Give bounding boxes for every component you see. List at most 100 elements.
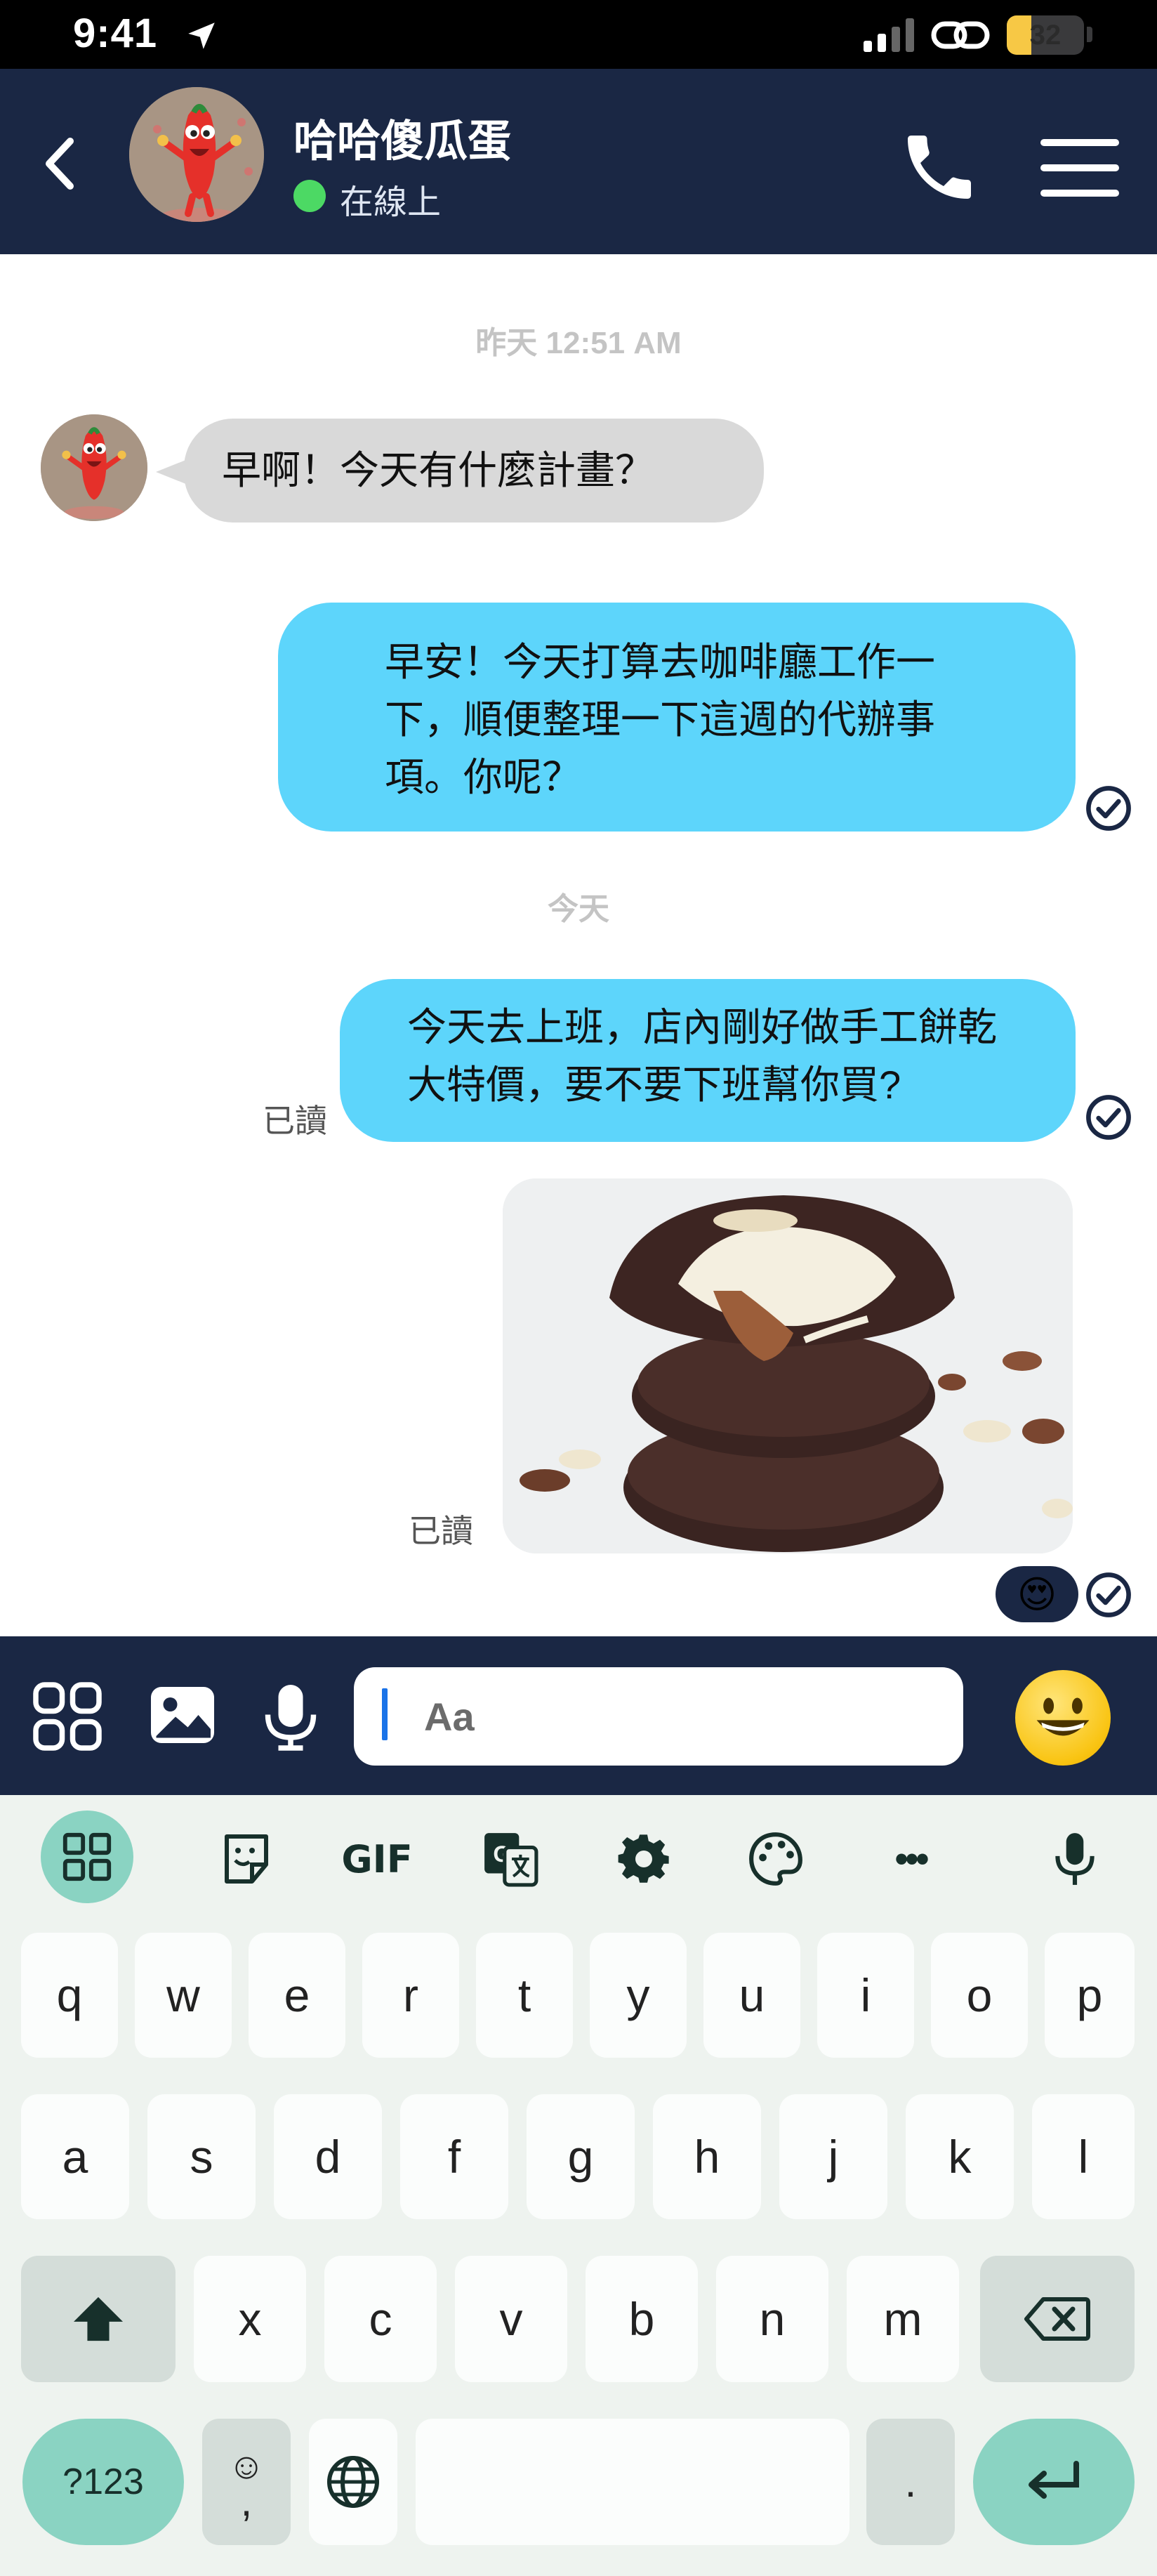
apps-grid-icon <box>62 1832 112 1881</box>
key-j[interactable]: j <box>779 2094 887 2219</box>
keyboard-toolbar: GIF G ••• <box>0 1795 1157 1921</box>
chili-mascot-image <box>41 414 147 521</box>
key-c[interactable]: c <box>324 2256 437 2382</box>
symbols-key[interactable]: ?123 <box>22 2419 184 2545</box>
battery-indicator: 32 <box>1007 15 1084 55</box>
contact-name: 哈哈傻瓜蛋 <box>293 117 512 166</box>
outgoing-message-bubble[interactable]: 早安！今天打算去咖啡廳工作一 下，順便整理一下這週的代辦事 項。你呢？ <box>278 603 1076 832</box>
globe-icon <box>327 2456 379 2508</box>
read-receipt-label: 已讀 <box>409 1513 473 1549</box>
language-key[interactable] <box>309 2419 397 2545</box>
incoming-message-bubble[interactable]: 早啊！今天有什麼計畫？ <box>184 419 764 523</box>
sent-check-icon <box>1086 786 1131 831</box>
key-v[interactable]: v <box>455 2256 567 2382</box>
key-l[interactable]: l <box>1032 2094 1135 2219</box>
message-line: 下，順便整理一下這週的代辦事 <box>385 697 935 742</box>
keyboard-settings-button[interactable] <box>605 1820 682 1898</box>
chili-mascot-image <box>129 87 264 222</box>
location-arrow-icon <box>188 22 215 49</box>
key-y[interactable]: y <box>590 1933 687 2058</box>
backspace-icon <box>1024 2297 1090 2341</box>
translate-button[interactable]: G <box>472 1820 549 1898</box>
sticker-button[interactable] <box>208 1820 285 1898</box>
signal-icon <box>864 18 914 52</box>
key-g[interactable]: g <box>527 2094 635 2219</box>
chevron-left-icon <box>46 138 74 190</box>
status-bar: 9:41 32 <box>0 0 1157 69</box>
message-line: 早安！今天打算去咖啡廳工作一 <box>385 640 935 684</box>
date-separator-today: 今天 <box>548 892 609 926</box>
more-button[interactable]: ••• <box>872 1820 949 1898</box>
key-q[interactable]: q <box>21 1933 118 2058</box>
date-separator-yesterday: 昨天 12:51 AM <box>475 326 682 360</box>
grinning-face-icon <box>1036 1697 1090 1736</box>
incoming-message-avatar[interactable] <box>41 414 147 521</box>
backspace-key[interactable] <box>980 2256 1135 2382</box>
phone-call-button[interactable] <box>897 125 981 209</box>
message-input[interactable] <box>354 1667 963 1766</box>
microphone-button[interactable] <box>256 1681 326 1752</box>
emoji-comma-key[interactable]: ☺ , <box>202 2419 291 2545</box>
message-text: 早啊！今天有什麼計畫？ <box>222 448 654 492</box>
online-status-dot <box>293 180 326 212</box>
message-line: 項。你呢？ <box>385 755 581 799</box>
key-u[interactable]: u <box>703 1933 800 2058</box>
space-key[interactable] <box>416 2419 849 2545</box>
period-key[interactable]: . <box>866 2419 955 2545</box>
cookie-image <box>503 1178 1073 1553</box>
shift-key[interactable] <box>21 2256 176 2382</box>
mic-icon <box>1055 1833 1095 1885</box>
voice-input-button[interactable] <box>1036 1820 1113 1898</box>
keyboard-apps-button[interactable] <box>41 1811 133 1903</box>
key-h[interactable]: h <box>653 2094 761 2219</box>
enter-arrow-icon <box>1029 2461 1079 2499</box>
key-f[interactable]: f <box>400 2094 508 2219</box>
link-icon <box>931 21 990 49</box>
shift-arrow-icon <box>74 2296 123 2341</box>
key-d[interactable]: d <box>274 2094 382 2219</box>
key-p[interactable]: p <box>1045 1933 1135 2058</box>
online-status-text: 在線上 <box>340 184 442 221</box>
comma-label: , <box>240 2478 253 2525</box>
palette-icon <box>749 1832 802 1886</box>
apps-grid-button[interactable] <box>32 1681 103 1752</box>
sent-check-icon <box>1086 1095 1131 1140</box>
outgoing-message-bubble[interactable]: 今天去上班，店內剛好做手工餅乾 大特價，要不要下班幫你買? <box>340 979 1076 1142</box>
key-o[interactable]: o <box>931 1933 1028 2058</box>
menu-button[interactable] <box>1038 136 1122 199</box>
key-s[interactable]: s <box>147 2094 256 2219</box>
chat-thread[interactable]: 昨天 12:51 AM 早啊！今天有什麼計畫？ 早安！今天打算去咖啡廳工作一 下… <box>0 254 1157 1636</box>
theme-button[interactable] <box>737 1820 814 1898</box>
back-button[interactable] <box>31 125 87 202</box>
text-caret <box>382 1688 388 1740</box>
key-w[interactable]: w <box>135 1933 232 2058</box>
sent-check-icon <box>1086 1572 1131 1617</box>
key-k[interactable]: k <box>906 2094 1014 2219</box>
key-m[interactable]: m <box>847 2256 959 2382</box>
sticker-icon <box>225 1834 268 1884</box>
chat-header: 哈哈傻瓜蛋 在線上 <box>0 69 1157 254</box>
message-line: 今天去上班，店內剛好做手工餅乾 <box>407 1005 997 1049</box>
message-composer <box>0 1636 1157 1795</box>
emoji-button[interactable] <box>1015 1670 1111 1766</box>
key-r[interactable]: r <box>362 1933 459 2058</box>
contact-avatar[interactable] <box>126 84 267 225</box>
gif-button[interactable]: GIF <box>338 1820 416 1898</box>
message-line: 大特價，要不要下班幫你買? <box>407 1063 901 1107</box>
key-i[interactable]: i <box>817 1933 914 2058</box>
key-x[interactable]: x <box>194 2256 306 2382</box>
on-screen-keyboard: GIF G ••• q w e r t y u i o p a s d f g … <box>0 1795 1157 2576</box>
chocolate-cookies-photo[interactable] <box>503 1178 1073 1553</box>
image-picker-button[interactable] <box>147 1680 218 1750</box>
key-a[interactable]: a <box>21 2094 129 2219</box>
status-time: 9:41 <box>73 11 158 56</box>
key-b[interactable]: b <box>586 2256 698 2382</box>
battery-cap <box>1087 27 1092 42</box>
enter-key[interactable] <box>973 2419 1135 2545</box>
key-n[interactable]: n <box>716 2256 828 2382</box>
message-reaction[interactable]: 😍 <box>996 1566 1078 1622</box>
read-receipt-label: 已讀 <box>263 1103 327 1139</box>
key-t[interactable]: t <box>476 1933 573 2058</box>
battery-level: 32 <box>1029 20 1062 51</box>
key-e[interactable]: e <box>249 1933 345 2058</box>
